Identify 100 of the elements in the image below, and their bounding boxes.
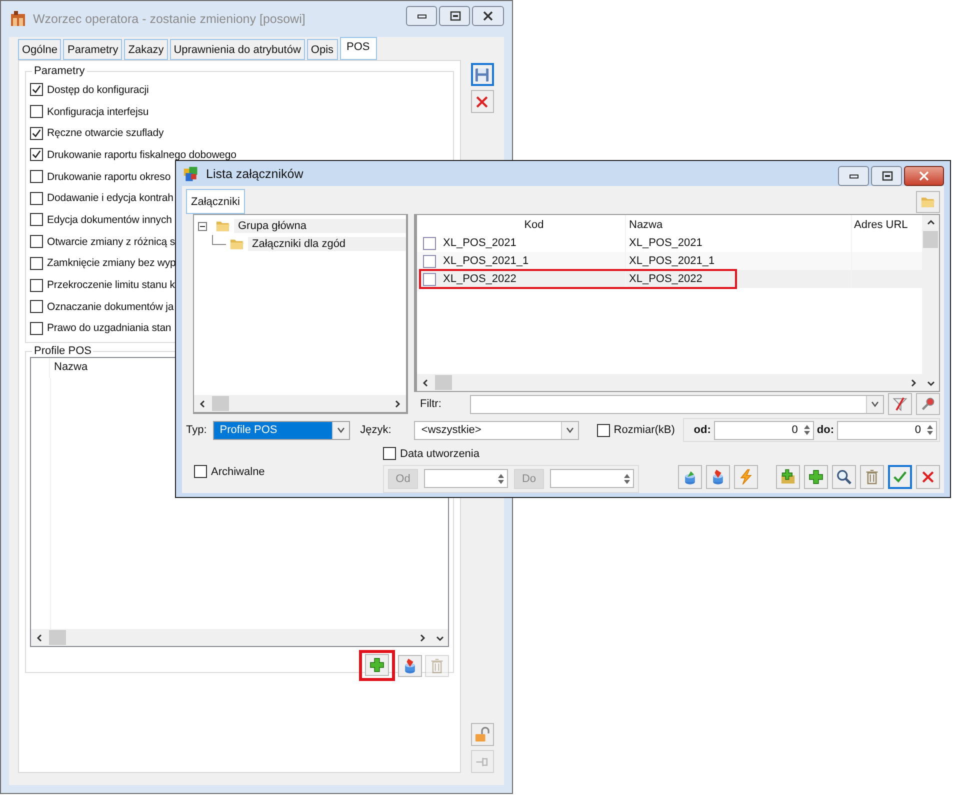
dropdown-icon xyxy=(332,422,350,438)
padlock-icon xyxy=(473,726,491,744)
action-button[interactable] xyxy=(734,464,758,489)
checkbox[interactable] xyxy=(30,83,43,96)
folder-plus-icon xyxy=(779,468,797,486)
checkbox[interactable] xyxy=(30,300,43,314)
horizontal-scrollbar[interactable] xyxy=(417,374,922,391)
search-button[interactable] xyxy=(832,464,856,489)
column-header[interactable]: Nazwa xyxy=(50,358,92,378)
checkbox-label: Drukowanie raportu okreso xyxy=(47,170,171,183)
scroll-thumb[interactable] xyxy=(435,375,452,390)
group-title: Profile POS xyxy=(33,345,92,358)
table-cell: XL_POS_2022 xyxy=(625,270,851,288)
import-button[interactable] xyxy=(398,654,422,677)
checkbox-label: Dodawanie i edycja kontrah xyxy=(47,192,174,204)
checkbox[interactable] xyxy=(30,256,43,270)
tab[interactable]: Ogólne xyxy=(18,39,62,60)
dropdown[interactable]: Profile POS xyxy=(212,420,350,440)
table-cell-text: XL_POS_2021_1 xyxy=(442,254,530,269)
scroll-down-icon[interactable] xyxy=(431,629,448,646)
app-icon xyxy=(9,10,27,28)
maximize-button[interactable] xyxy=(871,166,902,186)
checkbox[interactable] xyxy=(30,148,43,162)
delete-button[interactable] xyxy=(860,464,884,489)
number-field[interactable]: 0 xyxy=(714,420,814,440)
maximize-button[interactable] xyxy=(439,6,470,26)
group-title: Parametry xyxy=(33,65,86,77)
scroll-thumb[interactable] xyxy=(923,231,938,248)
tree-item[interactable]: Grupa główna xyxy=(234,219,406,233)
cancel-button[interactable] xyxy=(470,90,494,113)
checkbox[interactable] xyxy=(30,235,43,248)
checkbox[interactable] xyxy=(383,447,396,460)
tree-item[interactable]: Załączniki dla zgód xyxy=(248,237,406,251)
horizontal-scrollbar[interactable] xyxy=(194,395,406,412)
checkbox-label: Prawo do uzgadniania stan xyxy=(47,322,172,334)
add-button[interactable] xyxy=(365,654,389,676)
tab[interactable]: Uprawnienia do atrybutów xyxy=(170,39,305,60)
spinner-icon xyxy=(621,472,633,486)
minimize-button[interactable] xyxy=(838,166,869,186)
close-button[interactable] xyxy=(904,166,944,186)
tab[interactable]: Załączniki xyxy=(186,189,245,214)
checkbox[interactable] xyxy=(30,105,43,118)
confirm-button[interactable] xyxy=(888,464,912,489)
checkbox-label: Data utworzenia xyxy=(400,448,480,460)
checkbox[interactable] xyxy=(30,192,43,205)
add-group-button[interactable] xyxy=(776,464,800,489)
minimize-button[interactable] xyxy=(406,6,437,26)
tab[interactable]: Parametry xyxy=(63,39,122,60)
lock-button[interactable] xyxy=(470,723,494,746)
scroll-thumb[interactable] xyxy=(212,396,229,411)
plus-icon xyxy=(807,468,825,486)
checkbox-label: Ręczne otwarcie szuflady xyxy=(47,127,164,140)
checkbox-label: Otwarcie zmiany z różnicą s xyxy=(47,236,176,248)
column-header[interactable]: Kod xyxy=(441,215,625,234)
tab[interactable]: Opis xyxy=(306,39,338,60)
scroll-thumb[interactable] xyxy=(49,630,66,646)
spinner-icon xyxy=(924,423,936,437)
checkbox[interactable] xyxy=(422,236,436,250)
cancel-button[interactable] xyxy=(916,464,940,489)
checkbox[interactable] xyxy=(422,272,436,286)
save-button[interactable] xyxy=(470,63,494,86)
vertical-scrollbar[interactable] xyxy=(922,215,939,391)
add-button[interactable] xyxy=(804,464,828,489)
checkbox[interactable] xyxy=(30,170,43,184)
number-field[interactable]: 0 xyxy=(837,420,937,440)
field-label: Typ: xyxy=(186,424,207,436)
checkbox-label: Dostęp do konfiguracji xyxy=(47,84,149,96)
checkbox[interactable] xyxy=(422,254,436,268)
checkbox[interactable] xyxy=(30,278,43,292)
dropdown[interactable]: <wszystkie> xyxy=(414,420,579,440)
wrench-icon xyxy=(920,396,936,412)
checkbox-label: Zamknięcie zmiany bez wyp xyxy=(47,257,176,270)
tab[interactable]: Zakazy xyxy=(124,39,168,60)
number-field[interactable] xyxy=(550,469,634,488)
export-button[interactable] xyxy=(678,464,702,489)
checkbox-label: Rozmiar(kB) xyxy=(614,424,675,436)
checkbox-label: Drukowanie raportu fiskalnego dobowego xyxy=(47,148,236,161)
checkbox[interactable] xyxy=(30,322,43,335)
checkbox-label: Archiwalne xyxy=(211,466,265,478)
checkbox-label: Konfiguracja interfejsu xyxy=(47,106,149,118)
app-icon xyxy=(182,164,200,182)
field-label: do: xyxy=(816,424,834,436)
field-label: Język: xyxy=(360,424,392,436)
tab[interactable]: POS xyxy=(340,37,377,60)
checkbox[interactable] xyxy=(30,213,43,226)
field-label: Filtr: xyxy=(419,398,442,410)
column-header[interactable]: Nazwa xyxy=(625,215,851,234)
funnel-icon xyxy=(892,396,908,412)
import-button[interactable] xyxy=(706,464,730,489)
horizontal-scrollbar[interactable] xyxy=(31,629,431,646)
checkbox[interactable] xyxy=(596,424,610,436)
checkbox[interactable] xyxy=(194,465,207,478)
spinner-icon xyxy=(495,472,507,486)
number-field[interactable] xyxy=(424,469,508,488)
filter-settings-button[interactable] xyxy=(916,393,940,415)
checkbox[interactable] xyxy=(30,126,43,140)
filter-field[interactable] xyxy=(470,394,884,414)
field-label: od: xyxy=(694,424,711,436)
clear-filter-button[interactable] xyxy=(888,393,912,415)
close-button[interactable] xyxy=(472,6,504,26)
